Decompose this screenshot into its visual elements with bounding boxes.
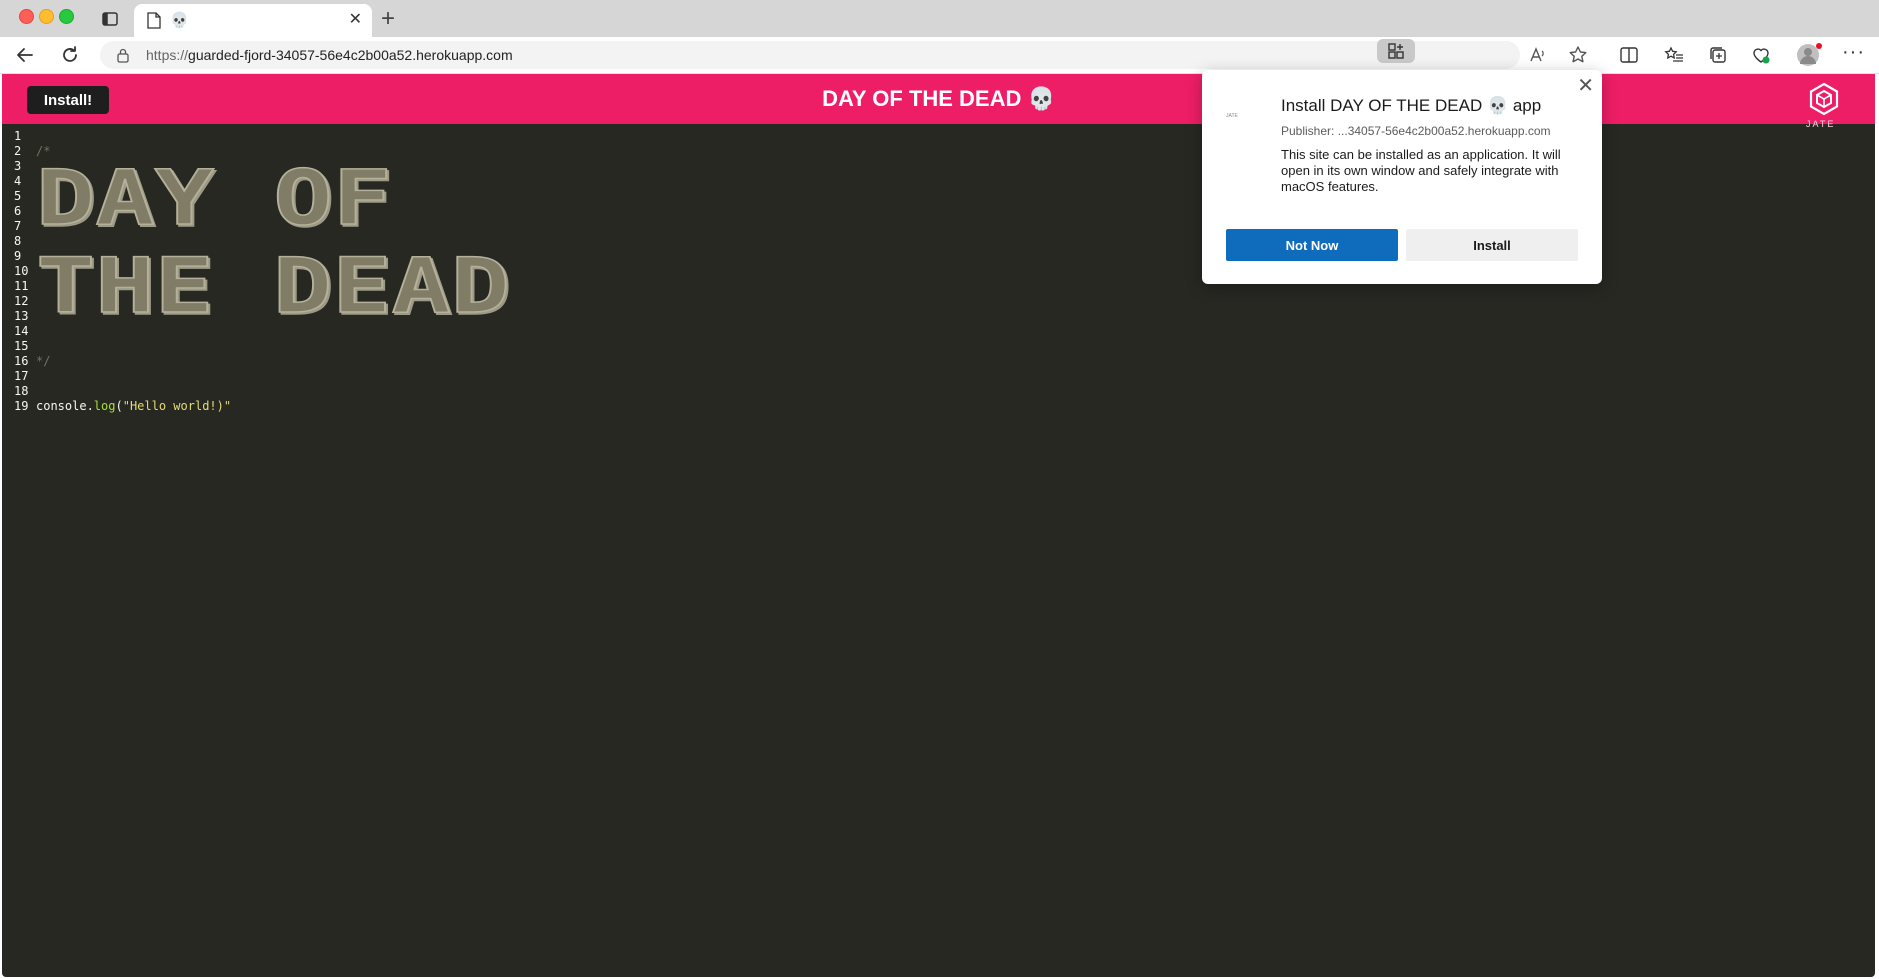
code-string: "Hello world!)"	[122, 399, 232, 413]
document-icon	[147, 12, 161, 34]
app-available-button[interactable]	[1377, 39, 1415, 63]
line-number: 19	[14, 399, 29, 413]
url-text[interactable]: https://guarded-fjord-34057-56e4c2b00a52…	[146, 47, 513, 63]
line-number: 6	[14, 204, 22, 218]
code-paren: (	[115, 399, 123, 413]
tab-title: 💀	[170, 12, 189, 29]
line-number: 14	[14, 324, 29, 338]
install-app-dialog: ✕ JATE Install DAY OF THE DEAD 💀 app Pub…	[1202, 70, 1602, 284]
dialog-description: This site can be installed as an applica…	[1281, 147, 1561, 194]
browser-tab[interactable]: 💀 ✕	[134, 4, 372, 37]
line-number: 12	[14, 294, 29, 308]
maximize-window-button[interactable]	[59, 9, 74, 24]
ascii-art-banner: DAY OF THE DEAD	[36, 160, 511, 320]
more-menu-icon[interactable]: ···	[1842, 41, 1865, 64]
comment-close: */	[36, 354, 51, 368]
line-number: 15	[14, 339, 29, 353]
app-icon-text: JATE	[1226, 113, 1238, 119]
address-bar[interactable]: https://guarded-fjord-34057-56e4c2b00a52…	[100, 41, 1520, 69]
code-line: console.log("Hello world!)"	[36, 399, 231, 414]
ascii-art-line-1: DAY OF	[36, 160, 392, 242]
close-window-button[interactable]	[19, 9, 34, 24]
line-number: 13	[14, 309, 29, 323]
line-number: 16	[14, 354, 29, 368]
notification-dot	[1816, 43, 1822, 49]
code-function: log	[93, 399, 116, 413]
line-number: 4	[14, 174, 22, 188]
lock-icon[interactable]	[116, 47, 130, 68]
dialog-install-button[interactable]: Install	[1406, 229, 1578, 261]
browser-toolbar: https://guarded-fjord-34057-56e4c2b00a52…	[0, 37, 1879, 74]
reload-icon[interactable]	[59, 44, 81, 66]
line-number: 8	[14, 234, 22, 248]
line-number: 3	[14, 159, 22, 173]
line-number-gutter: 1 2 3 4 5 6 7 8 9 10 11 12 13 14 15 16 1…	[14, 129, 34, 414]
read-aloud-icon[interactable]	[1528, 45, 1548, 65]
tab-actions-icon[interactable]	[100, 9, 120, 29]
jate-logo-icon: JATE	[1806, 81, 1842, 129]
not-now-button[interactable]: Not Now	[1226, 229, 1398, 261]
line-number: 7	[14, 219, 22, 233]
new-tab-button[interactable]: +	[381, 7, 395, 31]
line-number: 18	[14, 384, 29, 398]
close-tab-icon[interactable]: ✕	[349, 11, 362, 29]
dialog-title: Install DAY OF THE DEAD 💀 app	[1281, 96, 1542, 115]
publisher-text: Publisher: ...34057-56e4c2b00a52.herokua…	[1281, 124, 1551, 138]
line-number: 5	[14, 189, 22, 203]
back-arrow-icon[interactable]	[14, 44, 36, 66]
browser-essentials-icon[interactable]	[1751, 45, 1771, 65]
line-number: 1	[14, 129, 22, 143]
split-screen-icon[interactable]	[1619, 45, 1639, 65]
favorites-icon[interactable]	[1664, 45, 1684, 65]
line-number: 17	[14, 369, 29, 383]
favorite-star-icon[interactable]	[1568, 45, 1588, 65]
line-number: 11	[14, 279, 29, 293]
line-number: 10	[14, 264, 29, 278]
code-object: console.	[36, 399, 94, 413]
app-icon: JATE	[1226, 104, 1248, 119]
line-number: 2	[14, 144, 22, 158]
minimize-window-button[interactable]	[39, 9, 54, 24]
close-icon[interactable]: ✕	[1577, 76, 1594, 96]
tab-strip: 💀 ✕ +	[0, 0, 1879, 37]
collections-icon[interactable]	[1708, 45, 1728, 65]
line-number: 9	[14, 249, 22, 263]
comment-open: /*	[36, 144, 51, 158]
ascii-art-line-2: THE DEAD	[36, 241, 510, 320]
